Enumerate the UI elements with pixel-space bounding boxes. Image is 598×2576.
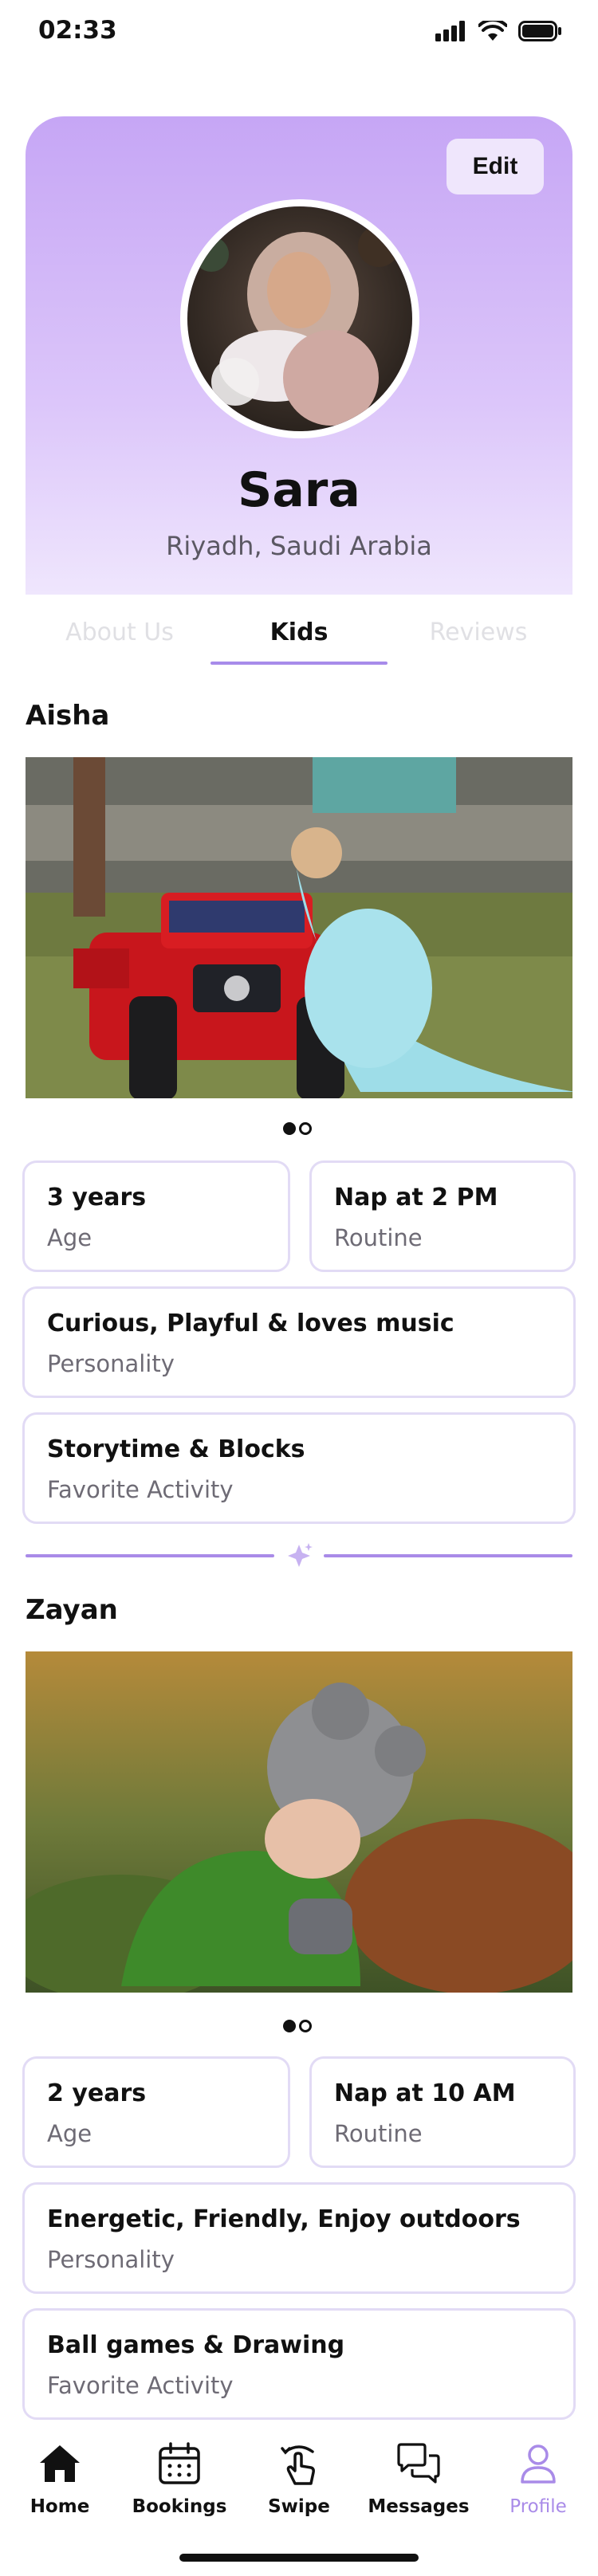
- nav-label: Home: [30, 2496, 90, 2517]
- favorite-activity-card: Ball games & Drawing Favorite Activity: [22, 2308, 576, 2420]
- profile-name: Sara: [238, 462, 360, 518]
- edit-button[interactable]: Edit: [447, 139, 544, 194]
- age-value: 2 years: [47, 2079, 147, 2107]
- kid-photo[interactable]: [26, 757, 572, 1098]
- personality-card: Curious, Playful & loves music Personali…: [22, 1286, 576, 1398]
- kid-name: Zayan: [26, 1594, 118, 1626]
- signal-icon: [435, 21, 465, 41]
- swipe-hand-icon: [239, 2439, 359, 2488]
- age-label: Age: [47, 2120, 92, 2147]
- age-label: Age: [47, 1224, 92, 1251]
- section-divider: [26, 1543, 572, 1567]
- wifi-icon: [478, 21, 507, 41]
- routine-card: Nap at 10 AM Routine: [309, 2056, 576, 2168]
- chat-bubbles-icon: [359, 2439, 478, 2488]
- nav-label: Swipe: [268, 2496, 330, 2517]
- profile-location: Riyadh, Saudi Arabia: [166, 531, 432, 561]
- pagination-dot[interactable]: [299, 1122, 312, 1135]
- nav-label: Profile: [509, 2496, 567, 2517]
- tab-kids[interactable]: Kids: [208, 618, 390, 646]
- kid-name: Aisha: [26, 700, 110, 732]
- home-indicator: [179, 2554, 419, 2562]
- personality-value: Curious, Playful & loves music: [47, 1310, 454, 1337]
- tab-about-us[interactable]: About Us: [29, 618, 210, 646]
- profile-tabs: About Us Kids Reviews: [26, 603, 572, 666]
- routine-label: Routine: [334, 1224, 423, 1251]
- age-card: 2 years Age: [22, 2056, 290, 2168]
- nav-profile[interactable]: Profile: [478, 2439, 598, 2517]
- favorite-activity-value: Ball games & Drawing: [47, 2331, 345, 2359]
- active-tab-indicator: [210, 662, 388, 665]
- age-card: 3 years Age: [22, 1160, 290, 1272]
- tab-reviews[interactable]: Reviews: [388, 618, 569, 646]
- personality-value: Energetic, Friendly, Enjoy outdoors: [47, 2205, 521, 2233]
- routine-card: Nap at 2 PM Routine: [309, 1160, 576, 1272]
- home-icon: [0, 2439, 120, 2488]
- age-value: 3 years: [47, 1184, 147, 1211]
- favorite-activity-label: Favorite Activity: [47, 2372, 234, 2399]
- calendar-icon: [120, 2439, 239, 2488]
- favorite-activity-label: Favorite Activity: [47, 1476, 234, 1503]
- profile-header-card: Edit Sara Riyadh, Saudi Arabia: [26, 116, 572, 595]
- nav-bookings[interactable]: Bookings: [120, 2439, 239, 2517]
- nav-swipe[interactable]: Swipe: [239, 2439, 359, 2517]
- photo-pagination[interactable]: [283, 1122, 312, 1135]
- pagination-dot[interactable]: [299, 2020, 312, 2032]
- personality-label: Personality: [47, 1350, 175, 1377]
- kid-photo[interactable]: [26, 1651, 572, 1993]
- battery-icon: [518, 21, 561, 41]
- pagination-dot-active[interactable]: [283, 2020, 296, 2032]
- favorite-activity-value: Storytime & Blocks: [47, 1435, 305, 1463]
- routine-value: Nap at 2 PM: [334, 1184, 498, 1211]
- status-time: 02:33: [38, 16, 117, 45]
- personality-label: Personality: [47, 2246, 175, 2273]
- routine-value: Nap at 10 AM: [334, 2079, 516, 2107]
- avatar: [180, 199, 419, 438]
- photo-pagination[interactable]: [283, 2020, 312, 2032]
- nav-label: Bookings: [132, 2496, 227, 2517]
- nav-messages[interactable]: Messages: [359, 2439, 478, 2517]
- pagination-dot-active[interactable]: [283, 1122, 296, 1135]
- user-icon: [478, 2439, 598, 2488]
- personality-card: Energetic, Friendly, Enjoy outdoors Pers…: [22, 2182, 576, 2294]
- sparkle-icon: [288, 1543, 313, 1567]
- nav-label: Messages: [368, 2496, 470, 2517]
- favorite-activity-card: Storytime & Blocks Favorite Activity: [22, 1412, 576, 1524]
- nav-home[interactable]: Home: [0, 2439, 120, 2517]
- status-icons: [435, 21, 563, 41]
- routine-label: Routine: [334, 2120, 423, 2147]
- status-bar: 02:33: [0, 0, 598, 72]
